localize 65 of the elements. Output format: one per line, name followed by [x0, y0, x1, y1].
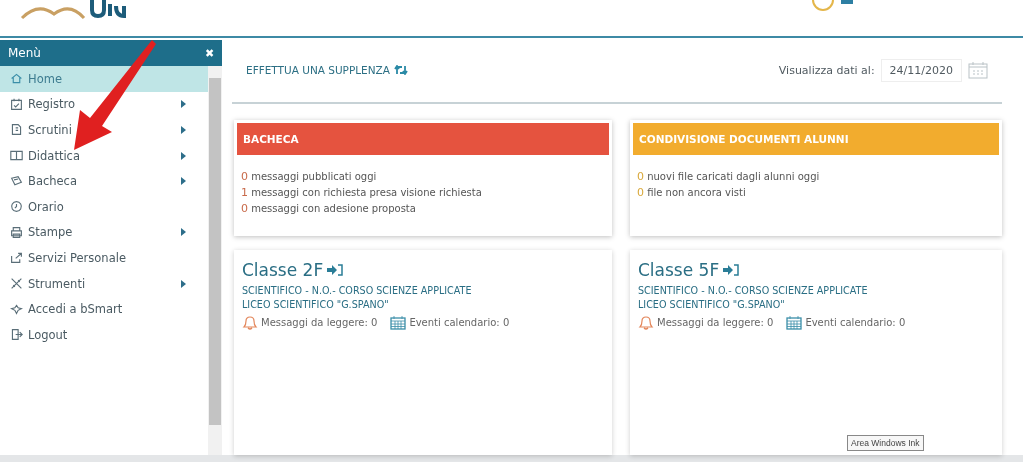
clock-icon: [10, 200, 23, 214]
menu-label: Didattica: [28, 148, 80, 163]
messages-count: Messaggi da leggere: 0: [657, 317, 774, 328]
menu-item[interactable]: Strumenti: [0, 270, 208, 297]
menu-label: Accedi a bSmart: [28, 302, 123, 317]
course-name: SCIENTIFICO - N.O.- CORSO SCIENZE APPLICATE: [242, 284, 473, 298]
panel-line: 0 messaggi con adesione proposta: [241, 202, 417, 215]
home-icon: [10, 72, 23, 86]
panel-title: BACHECA: [243, 133, 299, 145]
printer-icon: [10, 225, 23, 239]
scrollbar[interactable]: [208, 66, 222, 455]
enter-icon[interactable]: [327, 264, 344, 276]
tools-icon: [10, 277, 23, 291]
logout-icon: [10, 328, 23, 342]
messages-count: Messaggi da leggere: 0: [261, 317, 378, 328]
menu-item[interactable]: Home: [0, 66, 208, 92]
menu-label: Scrutini: [28, 123, 72, 137]
share-icon: [10, 251, 23, 265]
course-name: SCIENTIFICO - N.O.- CORSO SCIENZE APPLICATE: [638, 284, 869, 298]
panel-line: 0 messaggi pubblicati oggi: [241, 170, 378, 183]
close-button[interactable]: ✖: [205, 46, 214, 60]
panel-title: CONDIVISIONE DOCUMENTI ALUNNI: [639, 133, 849, 145]
events-count: Eventi calendario: 0: [409, 317, 510, 328]
panel-line: 0 file non ancora visti: [637, 186, 747, 199]
menu-label: Strumenti: [28, 276, 86, 291]
menu-label: Home: [28, 71, 62, 86]
book-icon: [10, 149, 23, 163]
enter-icon[interactable]: [723, 264, 740, 276]
tooltip: Area Windows Ink: [847, 435, 924, 451]
menu-label: Orario: [28, 199, 64, 214]
menu-label: Logout: [28, 327, 68, 342]
calendar-icon: [10, 97, 23, 111]
menu-item[interactable]: Scrutini: [0, 117, 208, 143]
substitution-button[interactable]: EFFETTUA UNA SUPPLENZA: [246, 64, 408, 76]
menu-label: Bacheca: [28, 174, 77, 189]
menu-item[interactable]: Accedi a bSmart: [0, 296, 208, 322]
menu-item[interactable]: Servizi Personale: [0, 245, 208, 271]
calendar-icon: [786, 315, 803, 330]
events-count: Eventi calendario: 0: [805, 317, 906, 328]
panel-line: 1 messaggi con richiesta presa visione richiesta: [241, 186, 483, 199]
star-icon: [10, 302, 23, 316]
menu-label: Servizi Personale: [28, 250, 126, 265]
date-field[interactable]: 24/11/2020: [880, 58, 962, 82]
school-name: LICEO SCIENTIFICO "G.SPANO": [242, 298, 390, 312]
menu-item[interactable]: Registro: [0, 91, 208, 118]
minus-icon[interactable]: [841, 0, 853, 6]
class-name[interactable]: Classe 5F: [638, 260, 720, 280]
menu-item[interactable]: Orario: [0, 193, 208, 220]
bell-icon: [638, 315, 654, 330]
bell-icon: [242, 315, 258, 330]
menu-item[interactable]: Logout: [0, 321, 208, 348]
date-label: Visualizza dati al:: [778, 63, 875, 77]
school-name: LICEO SCIENTIFICO "G.SPANO": [638, 298, 786, 312]
panel-line: 0 nuovi file caricati dagli alunni oggi: [637, 170, 821, 183]
papers-icon: [10, 174, 23, 188]
menu-item[interactable]: Stampe: [0, 219, 208, 246]
class-name[interactable]: Classe 2F: [242, 260, 324, 280]
menu-item[interactable]: Didattica: [0, 142, 208, 169]
menu-title: Menù: [8, 46, 41, 60]
document-icon: [10, 123, 23, 137]
swap-icon: [394, 65, 408, 75]
menu-label: Registro: [28, 97, 76, 112]
menu-item[interactable]: Bacheca: [0, 168, 208, 194]
calendar-icon: [390, 315, 407, 330]
menu-label: Stampe: [28, 225, 73, 240]
